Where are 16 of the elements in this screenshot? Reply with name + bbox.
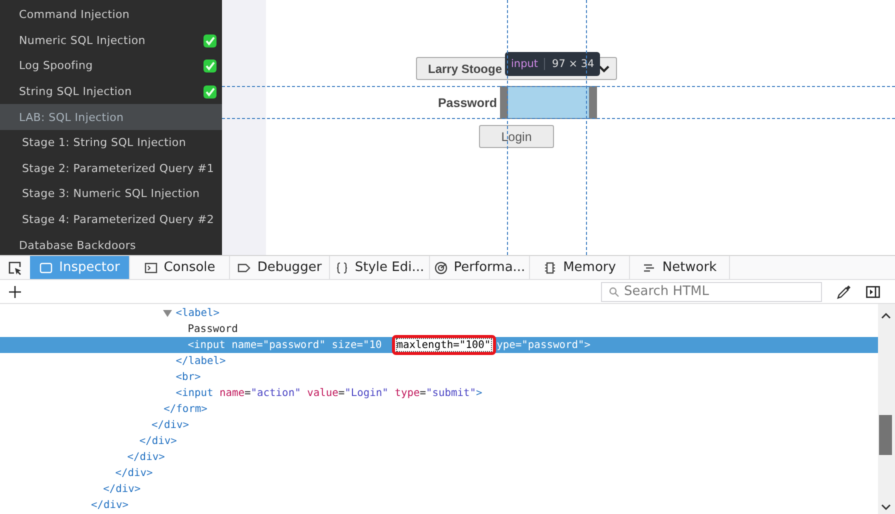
markup-code: <input name="action" value="Login" type="submit"> (176, 387, 482, 399)
tooltip-size: 97 × 34 (551, 58, 594, 70)
select-value: Larry Stooge (428, 62, 502, 76)
markup-code: <br> (176, 371, 201, 383)
markup-code: </form> (164, 403, 208, 415)
markup-code: </div> (115, 467, 153, 479)
markup-code: </label> (176, 355, 226, 367)
markup-code: </div> (127, 451, 165, 463)
markup-code: </div> (103, 483, 141, 495)
markup-code: </div> (152, 419, 190, 431)
markup-code: </div> (91, 499, 129, 511)
markup-code: <label> (176, 307, 220, 319)
markup-code: Password (188, 323, 238, 335)
password-label: Password (438, 96, 498, 110)
markup-code: </div> (139, 435, 177, 447)
tooltip-tag: input (511, 58, 546, 70)
